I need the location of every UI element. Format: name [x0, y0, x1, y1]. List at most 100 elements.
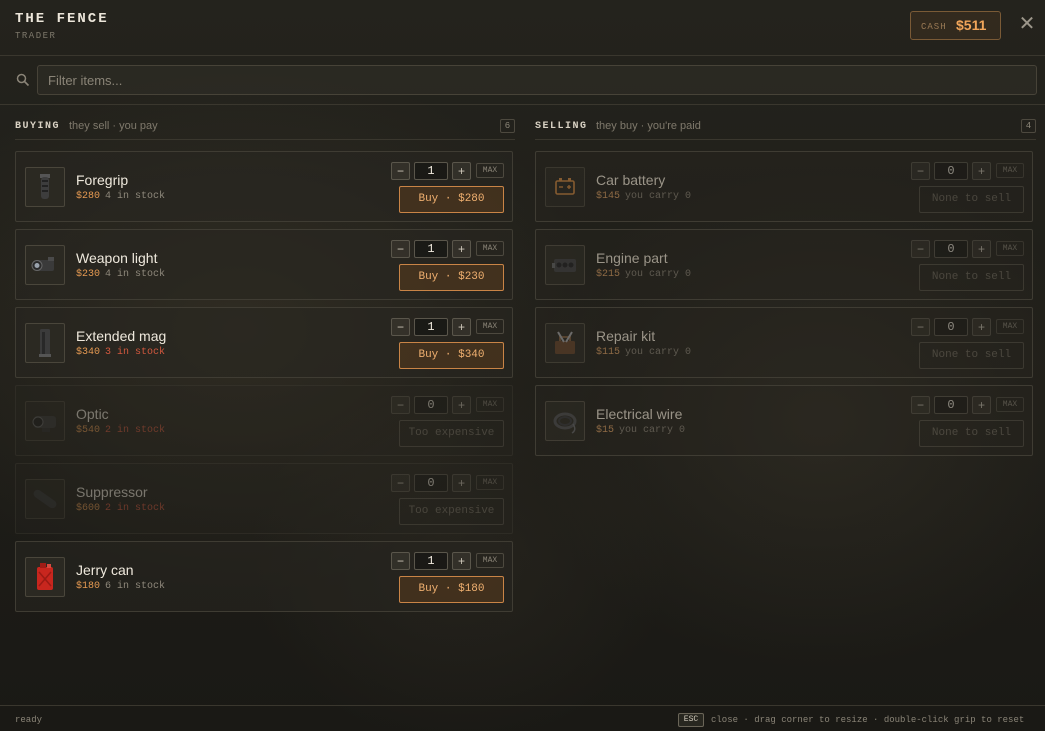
item-price: $540 [76, 425, 101, 436]
buy-item-card: Suppressor $600 2 in stock − 0 + MAX Too … [15, 463, 513, 534]
qty-max-button[interactable]: MAX [996, 397, 1024, 412]
none-to-sell-button: None to sell [919, 186, 1024, 213]
qty-decrement-button[interactable]: − [911, 240, 930, 258]
item-stock: 3 in stock [105, 347, 166, 358]
close-icon[interactable]: ✕ [1018, 13, 1036, 35]
item-stock: 2 in stock [105, 425, 166, 436]
qty-value[interactable]: 1 [414, 318, 448, 336]
qty-decrement-button[interactable]: − [391, 474, 410, 492]
cash-display: CASH $511 [910, 11, 1001, 40]
qty-value[interactable]: 0 [934, 318, 968, 336]
qty-max-button[interactable]: MAX [476, 475, 504, 490]
qty-value[interactable]: 1 [414, 162, 448, 180]
qty-max-button[interactable]: MAX [476, 553, 504, 568]
buy-item-card: Jerry can $180 6 in stock − 1 + MAX Buy ·… [15, 541, 513, 612]
optic-icon [25, 401, 65, 441]
buy-button[interactable]: Buy · $230 [399, 264, 504, 291]
item-meta: $115 you carry 0 [596, 347, 691, 358]
qty-value[interactable]: 0 [414, 474, 448, 492]
buy-item-card: Extended mag $340 3 in stock − 1 + MAX Bu… [15, 307, 513, 378]
trader-title: THE FENCE [15, 11, 109, 27]
item-carry: you carry 0 [625, 347, 692, 358]
buy-button[interactable]: Buy · $180 [399, 576, 504, 603]
item-carry: you carry 0 [625, 191, 692, 202]
qty-decrement-button[interactable]: − [391, 318, 410, 336]
qty-increment-button[interactable]: + [972, 318, 991, 336]
qty-increment-button[interactable]: + [452, 318, 471, 336]
qty-decrement-button[interactable]: − [911, 396, 930, 414]
item-meta: $280 4 in stock [76, 191, 165, 202]
item-name: Suppressor [76, 484, 148, 500]
item-price: $340 [76, 347, 101, 358]
item-carry: you carry 0 [625, 269, 692, 280]
qty-max-button[interactable]: MAX [996, 163, 1024, 178]
qty-max-button[interactable]: MAX [996, 241, 1024, 256]
qty-max-button[interactable]: MAX [476, 397, 504, 412]
cash-label: CASH [921, 22, 947, 32]
qty-value[interactable]: 0 [934, 396, 968, 414]
buy-item-card: Foregrip $280 4 in stock − 1 + MAX Buy · … [15, 151, 513, 222]
foregrip-icon [25, 167, 65, 207]
qty-increment-button[interactable]: + [452, 162, 471, 180]
qty-increment-button[interactable]: + [452, 552, 471, 570]
buying-section-header: BUYING they sell · you pay 6 [15, 118, 515, 140]
search-bar [0, 57, 1045, 105]
sell-item-card: Car battery $145 you carry 0 − 0 + MAX No… [535, 151, 1033, 222]
qty-max-button[interactable]: MAX [996, 319, 1024, 334]
qty-decrement-button[interactable]: − [391, 240, 410, 258]
qty-increment-button[interactable]: + [972, 396, 991, 414]
selling-subtitle: they buy · you're paid [596, 120, 701, 132]
qty-decrement-button[interactable]: − [391, 162, 410, 180]
item-stock: 4 in stock [105, 269, 166, 280]
buy-item-card: Optic $540 2 in stock − 0 + MAX Too expen… [15, 385, 513, 456]
footer: ready ESC close · drag corner to resize … [0, 705, 1045, 731]
qty-decrement-button[interactable]: − [911, 318, 930, 336]
sell-item-card: Repair kit $115 you carry 0 − 0 + MAX Non… [535, 307, 1033, 378]
selling-count-badge: 4 [1021, 119, 1036, 133]
item-name: Jerry can [76, 562, 134, 578]
qty-increment-button[interactable]: + [972, 162, 991, 180]
qty-max-button[interactable]: MAX [476, 163, 504, 178]
flashlight-icon [25, 245, 65, 285]
item-stock: 2 in stock [105, 503, 166, 514]
qty-increment-button[interactable]: + [452, 396, 471, 414]
item-meta: $15 you carry 0 [596, 425, 685, 436]
qty-value[interactable]: 0 [414, 396, 448, 414]
too-expensive-button: Too expensive [399, 420, 504, 447]
item-meta: $230 4 in stock [76, 269, 165, 280]
search-input[interactable] [37, 65, 1037, 95]
item-name: Repair kit [596, 328, 656, 344]
item-meta: $145 you carry 0 [596, 191, 691, 202]
item-stock: 6 in stock [105, 581, 166, 592]
item-price: $145 [596, 191, 621, 202]
qty-max-button[interactable]: MAX [476, 319, 504, 334]
header: THE FENCE TRADER CASH $511 ✕ [0, 0, 1045, 56]
item-carry: you carry 0 [619, 425, 686, 436]
buy-button[interactable]: Buy · $340 [399, 342, 504, 369]
buying-subtitle: they sell · you pay [69, 120, 158, 132]
selling-section-header: SELLING they buy · you're paid 4 [535, 118, 1036, 140]
qty-increment-button[interactable]: + [452, 474, 471, 492]
engine-icon [545, 245, 585, 285]
qty-value[interactable]: 1 [414, 552, 448, 570]
buy-button[interactable]: Buy · $280 [399, 186, 504, 213]
qty-decrement-button[interactable]: − [391, 396, 410, 414]
qty-decrement-button[interactable]: − [391, 552, 410, 570]
qty-value[interactable]: 1 [414, 240, 448, 258]
qty-increment-button[interactable]: + [452, 240, 471, 258]
buy-item-card: Weapon light $230 4 in stock − 1 + MAX Bu… [15, 229, 513, 300]
qty-decrement-button[interactable]: − [911, 162, 930, 180]
qty-increment-button[interactable]: + [972, 240, 991, 258]
item-price: $115 [596, 347, 621, 358]
qty-value[interactable]: 0 [934, 162, 968, 180]
item-meta: $600 2 in stock [76, 503, 165, 514]
qty-max-button[interactable]: MAX [476, 241, 504, 256]
qty-value[interactable]: 0 [934, 240, 968, 258]
jerry-can-icon [25, 557, 65, 597]
magazine-icon [25, 323, 65, 363]
item-name: Electrical wire [596, 406, 683, 422]
search-icon [16, 73, 30, 87]
item-price: $280 [76, 191, 101, 202]
none-to-sell-button: None to sell [919, 420, 1024, 447]
item-price: $600 [76, 503, 101, 514]
